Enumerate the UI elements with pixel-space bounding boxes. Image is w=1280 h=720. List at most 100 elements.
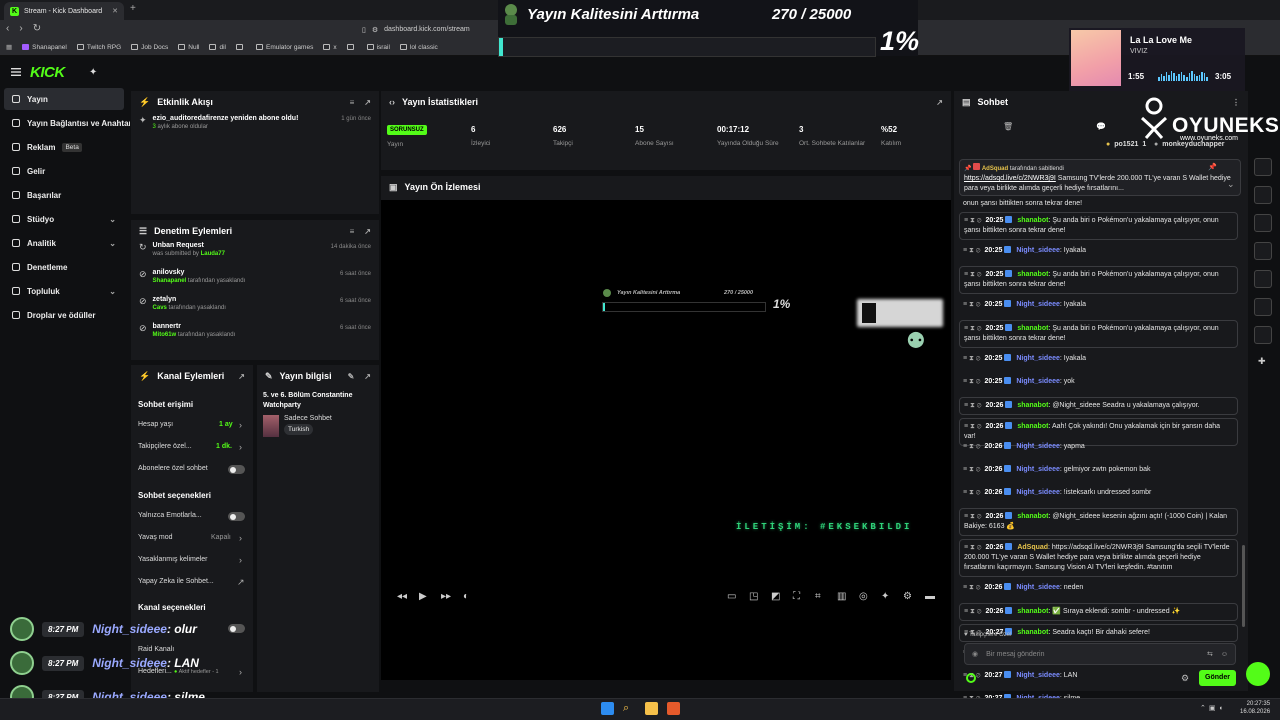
reload-icon[interactable]: ↻	[33, 23, 41, 34]
rail-list-icon[interactable]	[1254, 214, 1272, 232]
chat-message-actions-icon[interactable]: ≡ ⧗ ⊘	[964, 271, 981, 278]
close-tab-icon[interactable]: ✕	[112, 7, 118, 15]
sidebar-item-denetleme[interactable]: Denetleme	[4, 256, 124, 278]
apps-icon[interactable]: ▦	[6, 43, 12, 51]
popout-icon[interactable]: ↗	[238, 372, 245, 381]
chat-username[interactable]: shanabot	[1017, 513, 1048, 520]
more-options-icon[interactable]: ⋮	[1232, 98, 1240, 107]
bookmark-item[interactable]: Job Docs	[131, 44, 168, 51]
sidebar-item-reklam[interactable]: Reklam Beta	[4, 136, 124, 158]
trash-icon[interactable]: 🗑	[1003, 122, 1013, 131]
bookmark-item[interactable]	[236, 44, 246, 50]
pin-icon[interactable]: ✦	[89, 67, 97, 78]
chat-message[interactable]: ≡ ⧗ ⊘ 20:25 shanabot: Şu anda biri o Poké…	[959, 266, 1238, 294]
mute-icon[interactable]: ◐	[463, 591, 469, 602]
popout-icon[interactable]: ↗	[364, 372, 371, 381]
clip-icon[interactable]: ◩	[771, 591, 780, 602]
bookmark-item[interactable]: Emulator games	[256, 44, 313, 51]
leaderboard-entry[interactable]: ● monkeyduchapper	[1154, 141, 1224, 148]
rail-wrench-icon[interactable]	[1254, 326, 1272, 344]
bookmark-item[interactable]: Twitch RPG	[76, 44, 121, 51]
chat-message-actions-icon[interactable]: ≡ ⧗ ⊘	[963, 355, 980, 362]
rail-add-icon[interactable]: ✚	[1258, 356, 1266, 367]
camera-icon[interactable]: ▭	[727, 591, 736, 602]
external-link-icon[interactable]: ↗	[237, 577, 245, 588]
sidebar-item-stream-key[interactable]: Yayın Bağlantısı ve Anahtarı	[4, 112, 130, 134]
start-icon[interactable]	[601, 702, 614, 715]
chat-message-actions-icon[interactable]: ≡ ⧗ ⊘	[964, 513, 981, 520]
chat-message-actions-icon[interactable]: ≡ ⧗ ⊘	[963, 489, 980, 496]
crop-icon[interactable]: ⌗	[815, 591, 821, 602]
site-info-icon[interactable]: ⚙	[372, 26, 378, 34]
rail-monitor-icon[interactable]	[1254, 242, 1272, 260]
chevron-right-icon[interactable]: ›	[239, 667, 242, 677]
sidebar-item-yayin[interactable]: Yayın	[4, 88, 124, 110]
chat-message-actions-icon[interactable]: ≡ ⧗ ⊘	[964, 423, 981, 430]
new-tab-icon[interactable]: +	[130, 3, 136, 14]
chat-username[interactable]: AdSquad	[1017, 544, 1048, 551]
send-button[interactable]: Gönder	[1199, 670, 1236, 686]
chat-message[interactable]: ≡ ⧗ ⊘ 20:26 shanabot: ✅ Sıraya eklendi: s…	[959, 603, 1238, 621]
popout-icon[interactable]: ↗	[364, 227, 371, 236]
chevron-right-icon[interactable]: ›	[239, 555, 242, 565]
chat-username[interactable]: shanabot	[1017, 629, 1048, 636]
filter-icon[interactable]: ≡	[350, 227, 355, 236]
settings-icon[interactable]: ⚙	[903, 591, 912, 602]
chat-message-actions-icon[interactable]: ≡ ⧗ ⊘	[963, 378, 980, 385]
bookmark-item[interactable]: dil	[209, 44, 226, 51]
chat-message[interactable]: ≡ ⧗ ⊘ 20:25 Night_sideee: yok	[959, 374, 1238, 390]
rail-bolt-icon[interactable]	[1254, 186, 1272, 204]
chat-username[interactable]: shanabot	[1017, 423, 1048, 430]
subscribers-only-toggle[interactable]	[228, 465, 245, 474]
chat-message-actions-icon[interactable]: ≡ ⧗ ⊘	[964, 325, 981, 332]
chevron-right-icon[interactable]: ›	[239, 533, 242, 543]
emote-icon[interactable]: ◉	[972, 650, 978, 658]
chat-message[interactable]: ≡ ⧗ ⊘ 20:25 Night_sideee: Iyakala	[959, 351, 1238, 367]
bookmark-item[interactable]: x	[323, 44, 337, 51]
url-field[interactable]: ▯ ⚙ dashboard.kick.com/stream	[362, 22, 498, 37]
rewind-icon[interactable]: ◂◂	[397, 591, 407, 602]
rail-stats-icon[interactable]	[1254, 270, 1272, 288]
popout-icon[interactable]: ↗	[936, 98, 943, 107]
chat-username[interactable]: Night_sideee	[1016, 466, 1060, 473]
chat-message[interactable]: ≡ ⧗ ⊘ 20:26 shanabot: @Night_sideee Seadr…	[959, 397, 1238, 415]
raid-toggle[interactable]	[228, 624, 245, 633]
stream-preview-video[interactable]	[381, 200, 951, 680]
chat-message-actions-icon[interactable]: ≡ ⧗ ⊘	[963, 247, 980, 254]
chat-settings-icon[interactable]: ⚙	[1181, 673, 1189, 684]
chat-username[interactable]: shanabot	[1017, 325, 1048, 332]
theater-icon[interactable]: ⛶	[793, 591, 800, 602]
chat-message[interactable]: ≡ ⧗ ⊘ 20:25 shanabot: Şu anda biri o Poké…	[959, 212, 1238, 240]
chat-username[interactable]: Night_sideee	[1016, 378, 1060, 385]
sidebar-item-topluluk[interactable]: Topluluk ⌄	[4, 280, 124, 302]
help-fab-icon[interactable]	[1246, 662, 1270, 686]
chat-message-actions-icon[interactable]: ≡ ⧗ ⊘	[963, 584, 980, 591]
pinned-message[interactable]: 📌 AdSquad tarafından sabitlendi https://…	[959, 159, 1241, 196]
edit-icon[interactable]: ✎	[348, 372, 355, 381]
chat-scrollbar[interactable]	[1242, 545, 1245, 627]
moderation-item[interactable]: ⊘ bannertr Mito61w tarafından yasaklandı 6 …	[131, 323, 379, 350]
back-icon[interactable]: ‹	[6, 23, 9, 34]
chat-message[interactable]: ≡ ⧗ ⊘ 20:26 shanabot: @Night_sideee kesen…	[959, 508, 1238, 536]
rail-chat-icon[interactable]	[1254, 158, 1272, 176]
chat-username[interactable]: Night_sideee	[1016, 247, 1060, 254]
unpin-icon[interactable]: 📌	[1208, 163, 1217, 171]
pip-icon[interactable]: ◳	[749, 591, 758, 602]
target-icon[interactable]: ◎	[859, 591, 868, 602]
chat-username[interactable]: Night_sideee	[1016, 489, 1060, 496]
chat-message-actions-icon[interactable]: ≡ ⧗ ⊘	[963, 443, 980, 450]
stats-overlay-icon[interactable]: ▥	[837, 591, 846, 602]
chat-message[interactable]: ≡ ⧗ ⊘ 20:25 Night_sideee: Iyakala	[959, 297, 1238, 313]
sparkle-icon[interactable]: ✦	[881, 591, 889, 602]
bookmark-item[interactable]	[346, 44, 357, 50]
chat-message-actions-icon[interactable]: ≡ ⧗ ⊘	[964, 544, 981, 551]
chat-username[interactable]: Night_sideee	[1016, 301, 1060, 308]
chat-username[interactable]: Night_sideee	[1016, 672, 1060, 679]
chat-input[interactable]: ◉ Bir mesaj gönderin ⇆ ☺	[964, 643, 1236, 665]
browser-tab[interactable]: K Stream - Kick Dashboard ✕	[4, 2, 124, 20]
chat-message-actions-icon[interactable]: ≡ ⧗ ⊘	[964, 608, 981, 615]
chat-username[interactable]: Night_sideee	[1016, 443, 1060, 450]
chat-username[interactable]: shanabot	[1017, 402, 1048, 409]
chat-message-actions-icon[interactable]: ≡ ⧗ ⊘	[964, 402, 981, 409]
sidebar-item-basarilar[interactable]: Başarılar	[4, 184, 124, 206]
